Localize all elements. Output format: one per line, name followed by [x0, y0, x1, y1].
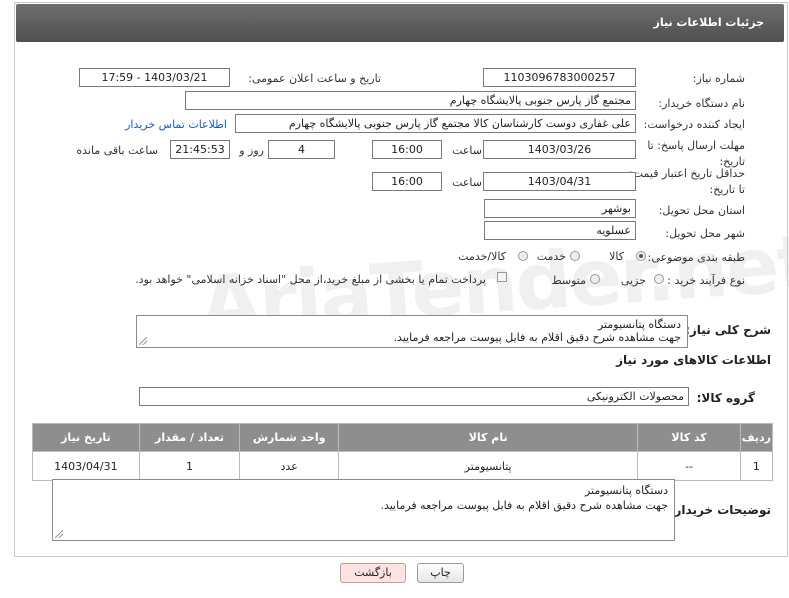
category-label: طبقه بندی موضوعی: [647, 251, 745, 264]
description-label: شرح کلی نیاز: [685, 323, 771, 337]
resize-grip-icon[interactable] [55, 530, 63, 538]
province-label: استان محل تحویل: [658, 204, 745, 217]
buyer-org-field: مجتمع گاز پارس جنوبی پالایشگاه چهارم [185, 91, 636, 110]
city-field: عسلویه [484, 221, 636, 240]
creator-field: علی غفاری دوست کارشناسان کالا مجتمع گاز … [235, 114, 636, 133]
days-remaining-field: 4 [268, 140, 335, 159]
print-button[interactable]: چاپ [417, 563, 464, 583]
buyer-notes-textarea: دستگاه پتانسیومتر جهت مشاهده شرح دقیق اق… [52, 479, 675, 541]
category-goods-radio[interactable] [636, 251, 646, 261]
col-qty-header: تعداد / مقدار [138, 423, 241, 452]
reply-date-field: 1403/03/26 [483, 140, 636, 159]
cell-name: پتانسیومتر [337, 451, 639, 481]
buyer-org-label: نام دستگاه خریدار: [658, 97, 745, 110]
goods-section-title: اطلاعات کالاهای مورد نیاز [616, 353, 771, 367]
process-minor-radio[interactable] [654, 274, 664, 284]
treasury-payment-note: پرداخت تمام یا بخشی از مبلغ خرید،از محل … [135, 273, 486, 286]
description-line-2: جهت مشاهده شرح دقیق اقلام به فایل پیوست … [393, 331, 681, 344]
buyer-notes-line-2: جهت مشاهده شرح دقیق اقلام به فایل پیوست … [380, 499, 668, 512]
category-goods-service-radio[interactable] [518, 251, 528, 261]
process-minor-label: جزیی [620, 274, 646, 287]
validity-date-field: 1403/04/31 [483, 172, 636, 191]
category-goods-service-label: کالا/خدمت [458, 250, 506, 263]
buyer-notes-line-1: دستگاه پتانسیومتر [584, 484, 668, 497]
validity-label: حداقل تاریخ اعتبار قیمت: تا تاریخ: [629, 167, 745, 196]
col-code-header: کد کالا [637, 423, 741, 452]
cell-code: -- [637, 451, 741, 481]
col-date-header: تاریخ نیاز [32, 423, 140, 452]
description-line-1: دستگاه پتانسیومتر [597, 318, 681, 331]
description-textarea: دستگاه پتانسیومتر جهت مشاهده شرح دقیق اق… [136, 315, 688, 348]
col-unit-header: واحد شمارش [239, 423, 339, 452]
announce-date-label: تاریخ و ساعت اعلان عمومی: [248, 72, 381, 85]
category-goods-label: کالا [609, 250, 624, 263]
col-name-header: نام کالا [337, 423, 639, 452]
time-remaining-label: ساعت باقی مانده [76, 144, 158, 157]
announce-date-field: 1403/03/21 - 17:59 [79, 68, 230, 87]
validity-time-field: 16:00 [372, 172, 442, 191]
days-label: روز و [239, 144, 264, 157]
province-field: بوشهر [484, 199, 636, 218]
page-header: جزئیات اطلاعات نیاز [16, 4, 784, 42]
buyer-contact-link[interactable]: اطلاعات تماس خریدار [125, 118, 227, 131]
cell-unit: عدد [239, 451, 339, 481]
goods-group-field: محصولات الکترونیکی [139, 387, 689, 406]
need-number-field: 1103096783000257 [483, 68, 636, 87]
creator-label: ایجاد کننده درخواست: [643, 118, 745, 131]
process-medium-label: متوسط [551, 274, 586, 287]
resize-grip-icon[interactable] [139, 337, 147, 345]
need-number-label: شماره نیاز: [692, 72, 745, 85]
buyer-notes-label: توضیحات خریدار: [669, 503, 771, 517]
col-row-header: ردیف [739, 423, 774, 452]
reply-time-label: ساعت [452, 144, 482, 157]
cell-row-number: 1 [739, 451, 774, 481]
category-service-label: خدمت [536, 250, 566, 263]
city-label: شهر محل تحویل: [665, 227, 745, 240]
goods-group-label: گروه کالا: [696, 391, 755, 405]
reply-time-field: 16:00 [372, 140, 442, 159]
cell-quantity: 1 [138, 451, 241, 481]
cell-need-date: 1403/04/31 [32, 451, 140, 481]
process-medium-radio[interactable] [590, 274, 600, 284]
back-button[interactable]: بازگشت [340, 563, 406, 583]
items-table: ردیف کد کالا نام کالا واحد شمارش تعداد /… [32, 423, 774, 481]
page-title: جزئیات اطلاعات نیاز [653, 16, 765, 29]
treasury-payment-checkbox[interactable] [497, 272, 507, 282]
table-header-row: ردیف کد کالا نام کالا واحد شمارش تعداد /… [32, 423, 774, 452]
validity-time-label: ساعت [452, 176, 482, 189]
category-service-radio[interactable] [570, 251, 580, 261]
process-type-label: نوع فرآیند خرید : [667, 274, 745, 287]
time-remaining-field: 21:45:53 [170, 140, 230, 159]
table-row: 1 -- پتانسیومتر عدد 1 1403/04/31 [32, 451, 774, 481]
